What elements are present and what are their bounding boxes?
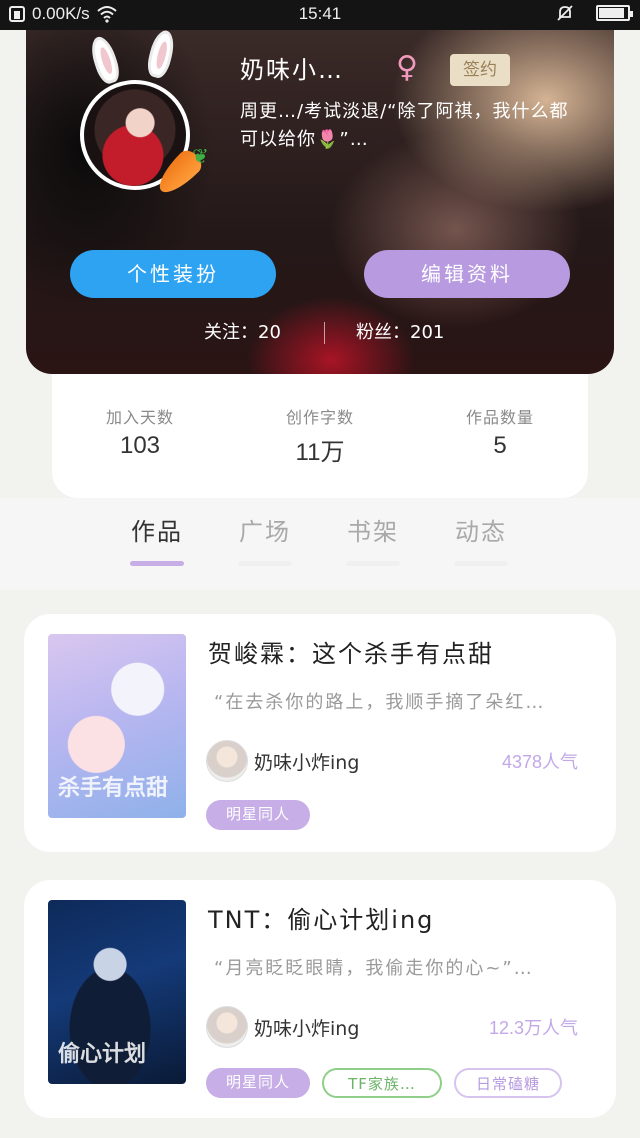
following-count[interactable]: 关注：20 [204,318,281,344]
tab-label: 动态 [455,518,507,546]
tag[interactable]: 日常磕糖 [454,1068,562,1098]
work-cover[interactable]: 偷心计划 [48,900,186,1084]
stat-label: 创作字数 [285,408,354,427]
popularity: 12.3万人气 [488,1018,578,1038]
female-icon: ♀ [396,50,418,85]
work-card[interactable]: 偷心计划 TNT：偷心计划ing “月亮眨眨眼睛，我偷走你的心~”… 奶味小炸i… [24,880,616,1118]
stat-days-joined: 加入天数 103 [70,404,210,460]
work-title[interactable]: 贺峻霖：这个杀手有点甜 [208,634,494,669]
profile-header: ❦ 奶味小… ♀ 签约 周更…/考试淡退/“除了阿祺，我什么都可以给你🌷”… 个… [26,30,614,374]
username: 奶味小… [240,56,344,84]
author-name[interactable]: 奶味小炸ing [254,748,359,775]
stat-word-count: 创作字数 11万 [250,404,390,467]
mute-bell-icon [556,4,574,22]
stat-label: 作品数量 [465,408,534,427]
clock: 15:41 [298,4,342,23]
cover-title: 偷心计划 [58,1042,147,1067]
carrot-leaf-icon: ❦ [192,144,209,168]
tab-label: 作品 [131,518,183,546]
edit-profile-button[interactable]: 编辑资料 [364,250,570,298]
bio-text: 周更…/考试淡退/“除了阿祺，我什么都可以给你🌷”… [240,101,569,150]
status-bar: 0.00K/s 15:41 [0,0,640,30]
follow-stats: 关注：20 粉丝：201 [26,318,614,348]
tag[interactable]: 明星同人 [206,800,310,830]
work-card[interactable]: 杀手有点甜 贺峻霖：这个杀手有点甜 “在去杀你的路上，我顺手摘了朵红… 奶味小炸… [24,614,616,852]
popularity: 4378人气 [501,752,578,772]
bunny-ear-icon [87,33,123,87]
tab-indicator [130,561,184,566]
tab-square[interactable]: 广场 [230,512,300,566]
tab-indicator [346,561,400,566]
author-avatar[interactable] [206,740,248,782]
tab-indicator [454,561,508,566]
tab-moments[interactable]: 动态 [446,512,516,566]
stat-value: 5 [493,432,507,459]
tag[interactable]: 明星同人 [206,1068,310,1098]
avatar-frame[interactable]: ❦ [80,30,210,208]
work-title[interactable]: TNT：偷心计划ing [208,900,434,935]
divider [324,322,325,344]
tab-label: 书架 [347,518,399,546]
tab-bar: 作品 广场 书架 动态 [0,498,640,590]
stats-card: 加入天数 103 创作字数 11万 作品数量 5 [52,374,588,498]
work-cover[interactable]: 杀手有点甜 [48,634,186,818]
work-description: “月亮眨眨眼睛，我偷走你的心~”… [214,958,534,979]
battery-icon [596,5,633,21]
stat-value: 103 [119,432,161,459]
personal-dress-button[interactable]: 个性装扮 [70,250,276,298]
fans-count[interactable]: 粉丝：201 [356,318,444,344]
bunny-ear-icon [144,30,178,80]
stat-value: 11万 [295,439,345,466]
signed-badge: 签约 [450,54,510,86]
author-avatar[interactable] [206,1006,248,1048]
cover-title: 杀手有点甜 [58,776,169,801]
tab-indicator [238,561,292,566]
tag[interactable]: TF家族… [322,1068,442,1098]
stat-works-count: 作品数量 5 [430,404,570,460]
tab-works[interactable]: 作品 [122,512,192,566]
work-description: “在去杀你的路上，我顺手摘了朵红… [214,692,546,713]
stat-label: 加入天数 [105,408,174,427]
tab-label: 广场 [239,518,291,546]
tab-bookshelf[interactable]: 书架 [338,512,408,566]
author-name[interactable]: 奶味小炸ing [254,1014,359,1041]
